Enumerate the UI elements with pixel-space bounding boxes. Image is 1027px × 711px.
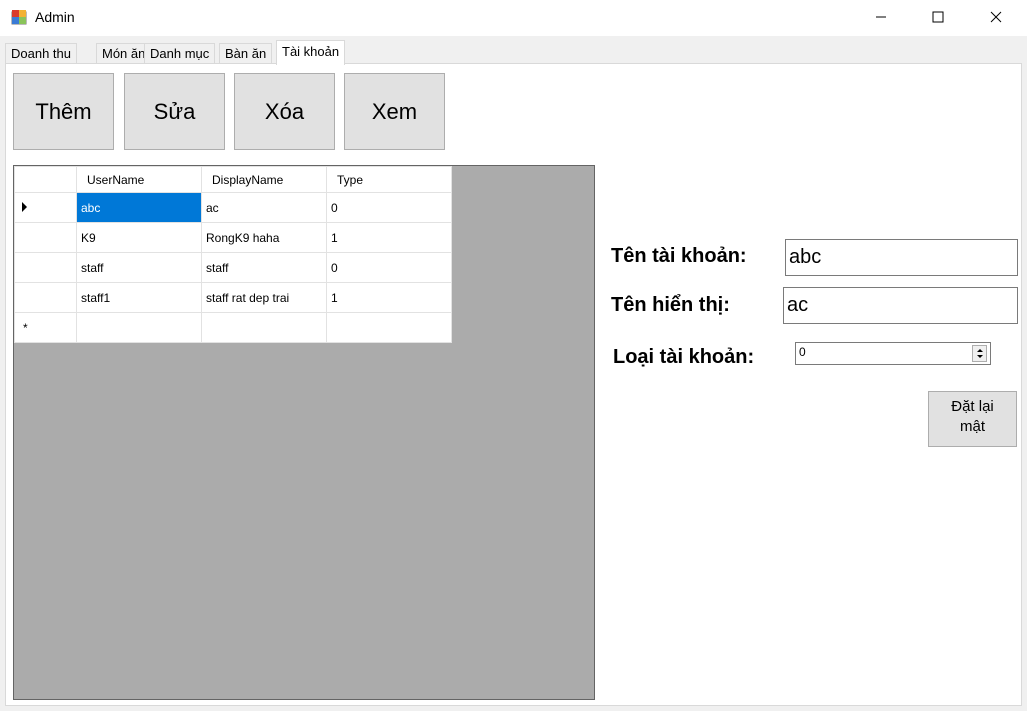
accounts-table: UserName DisplayName Type abc ac 0 K9 Ro… xyxy=(14,166,452,343)
app-icon xyxy=(11,10,27,25)
tab-categories[interactable]: Danh mục xyxy=(144,43,216,64)
minimize-button[interactable] xyxy=(858,0,904,34)
displayname-field[interactable]: ac xyxy=(783,287,1018,324)
maximize-button[interactable] xyxy=(915,0,961,34)
row-header[interactable] xyxy=(14,222,77,253)
column-header-username[interactable]: UserName xyxy=(76,166,202,193)
close-button[interactable] xyxy=(973,0,1019,34)
minimize-icon xyxy=(876,16,886,18)
close-icon xyxy=(990,11,1002,23)
tab-revenue[interactable]: Doanh thu xyxy=(5,43,77,64)
edit-button[interactable]: Sửa xyxy=(124,73,225,150)
cell-displayname-new[interactable] xyxy=(201,312,327,343)
window-title: Admin xyxy=(35,9,75,25)
cell-type[interactable]: 0 xyxy=(326,192,452,223)
current-row-arrow-icon xyxy=(22,201,27,212)
row-header[interactable] xyxy=(14,252,77,283)
cell-type[interactable]: 1 xyxy=(326,222,452,253)
cell-username[interactable]: staff xyxy=(76,252,202,283)
username-label: Tên tài khoản: xyxy=(611,245,747,267)
table-row[interactable]: staff1 staff rat dep trai 1 xyxy=(14,282,452,313)
new-row[interactable]: * xyxy=(14,312,452,343)
table-row[interactable]: staff staff 0 xyxy=(14,252,452,283)
header-row: UserName DisplayName Type xyxy=(14,166,452,193)
cell-displayname[interactable]: staff xyxy=(201,252,327,283)
column-header-displayname[interactable]: DisplayName xyxy=(201,166,327,193)
column-header-type[interactable]: Type xyxy=(326,166,452,193)
cell-displayname[interactable]: RongK9 haha xyxy=(201,222,327,253)
title-bar: Admin xyxy=(0,0,1027,36)
spin-up-icon xyxy=(977,349,983,352)
displayname-label: Tên hiển thị: xyxy=(611,294,730,316)
cell-username-new[interactable] xyxy=(76,312,202,343)
accounts-datagrid[interactable]: UserName DisplayName Type abc ac 0 K9 Ro… xyxy=(13,165,595,700)
row-header[interactable] xyxy=(14,192,77,223)
cell-type[interactable]: 0 xyxy=(326,252,452,283)
cell-username[interactable]: K9 xyxy=(76,222,202,253)
cell-type[interactable]: 1 xyxy=(326,282,452,313)
tab-accounts[interactable]: Tài khoản xyxy=(276,40,346,65)
delete-button[interactable]: Xóa xyxy=(234,73,335,150)
view-button[interactable]: Xem xyxy=(344,73,445,150)
spin-down-icon xyxy=(977,355,983,358)
corner-header[interactable] xyxy=(14,166,77,193)
spin-buttons[interactable] xyxy=(972,345,987,362)
account-type-value: 0 xyxy=(799,345,806,359)
table-row[interactable]: K9 RongK9 haha 1 xyxy=(14,222,452,253)
tab-tables[interactable]: Bàn ăn xyxy=(219,43,273,64)
account-type-stepper[interactable]: 0 xyxy=(795,342,991,365)
new-row-marker[interactable]: * xyxy=(14,312,77,343)
cell-username[interactable]: staff1 xyxy=(76,282,202,313)
row-header[interactable] xyxy=(14,282,77,313)
reset-password-label-line1: Đặt lại xyxy=(951,398,994,415)
maximize-icon xyxy=(932,11,944,23)
reset-password-label-line2: mật xyxy=(959,418,985,435)
reset-password-button[interactable]: Đặt lại mật xyxy=(928,391,1017,447)
table-row[interactable]: abc ac 0 xyxy=(14,192,452,223)
cell-type-new[interactable] xyxy=(326,312,452,343)
account-type-label: Loại tài khoản: xyxy=(613,346,755,368)
cell-username[interactable]: abc xyxy=(76,192,202,223)
cell-displayname[interactable]: ac xyxy=(201,192,327,223)
username-field[interactable]: abc xyxy=(785,239,1018,276)
add-button[interactable]: Thêm xyxy=(13,73,114,150)
cell-displayname[interactable]: staff rat dep trai xyxy=(201,282,327,313)
